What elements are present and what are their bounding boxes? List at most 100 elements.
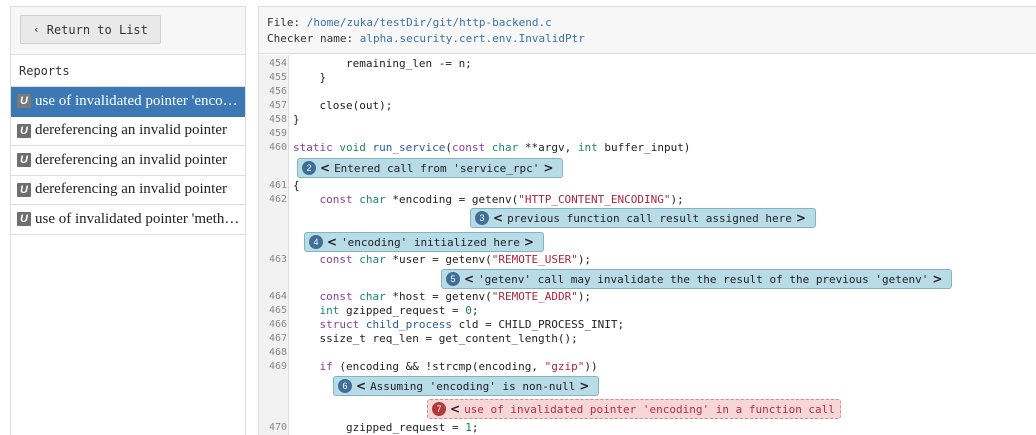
next-step-icon[interactable]: >: [932, 272, 942, 286]
code-token: buffer_input): [597, 141, 691, 154]
code-line: if (encoding && !strcmp(encoding, "gzip"…: [293, 360, 598, 374]
chevron-left-icon: ‹: [33, 23, 40, 36]
code-token: );: [670, 193, 684, 206]
line-number: 456: [268, 86, 287, 97]
code-token: close(out);: [293, 99, 393, 112]
previous-step-icon[interactable]: <: [493, 211, 503, 225]
code-token: remaining_len -= n;: [293, 57, 472, 70]
step-number-badge: 2: [302, 161, 316, 175]
code-token: child_process: [365, 318, 452, 331]
report-item-1[interactable]: U dereferencing an invalid pointer: [11, 117, 245, 146]
report-sidebar: ‹ Return to List Reports U use of invali…: [10, 6, 246, 435]
line-number: 459: [268, 128, 287, 139]
report-item-3[interactable]: U dereferencing an invalid pointer: [11, 176, 245, 205]
line-number: 461: [268, 180, 287, 191]
bug-step-3: 3 < previous function call result assign…: [470, 208, 816, 228]
code-token: 1: [465, 421, 472, 434]
line-number: 469: [268, 361, 287, 372]
code-token: run_service: [372, 141, 446, 154]
code-token: **argv,: [518, 141, 578, 154]
code-token: *host = getenv(: [385, 290, 492, 303]
code-line: const char *user = getenv("REMOTE_USER")…: [293, 253, 592, 267]
line-number: 454: [268, 58, 287, 69]
code-token: "HTTP_CONTENT_ENCODING": [518, 193, 671, 206]
next-step-icon[interactable]: >: [796, 211, 806, 225]
code-token: *user = getenv(: [385, 253, 492, 266]
source-viewer: File: /home/zuka/testDir/git/http-backen…: [258, 6, 1036, 435]
code-token: }: [293, 71, 327, 84]
checker-label: Checker name:: [267, 32, 354, 45]
next-step-icon[interactable]: >: [543, 161, 553, 175]
file-info-header: File: /home/zuka/testDir/git/http-backen…: [259, 7, 1036, 54]
line-number: 465: [268, 305, 287, 316]
code-token: const: [451, 141, 486, 154]
step-message: 'encoding' initialized here: [341, 235, 520, 249]
previous-step-icon[interactable]: <: [450, 402, 460, 416]
code-token: if: [319, 360, 333, 373]
report-label: use of invalidated pointer 'encod…: [35, 92, 245, 109]
file-label: File:: [267, 16, 301, 29]
step-number-badge: 3: [475, 211, 489, 225]
code-line: ssize_t req_len = get_content_length();: [293, 332, 577, 346]
unique-report-icon: U: [17, 153, 31, 168]
line-number: 463: [268, 254, 287, 265]
previous-step-icon[interactable]: <: [327, 235, 337, 249]
code-token: }: [293, 113, 300, 126]
code-token: "REMOTE_ADDR": [491, 290, 578, 303]
report-item-4[interactable]: U use of invalidated pointer 'metho…: [11, 205, 245, 235]
return-to-list-button[interactable]: ‹ Return to List: [20, 15, 161, 44]
report-item-2[interactable]: U dereferencing an invalid pointer: [11, 146, 245, 176]
code-line: }: [293, 71, 326, 85]
checker-row: Checker name: alpha.security.cert.env.In…: [267, 31, 1036, 47]
step-number-badge: 4: [309, 235, 323, 249]
code-token: ;: [471, 304, 479, 317]
code-area: 454 455 456 457 458 459 460 461 462 4 6 3 …: [259, 55, 1036, 435]
code-token: );: [577, 290, 592, 303]
next-step-icon[interactable]: >: [524, 235, 534, 249]
code-token: )): [584, 360, 598, 373]
code-line: const char *encoding = getenv("HTTP_CONT…: [293, 193, 684, 207]
report-item-0[interactable]: U use of invalidated pointer 'encod…: [11, 87, 245, 117]
code-token: (encoding && !strcmp(encoding,: [332, 360, 545, 373]
line-number: 460: [268, 142, 287, 153]
step-number-badge: 5: [446, 272, 460, 286]
code-token: {: [293, 179, 300, 192]
code-line: gzipped_request = 1;: [293, 421, 478, 435]
previous-step-icon[interactable]: <: [464, 272, 474, 286]
next-step-icon[interactable]: >: [579, 379, 589, 393]
step-message: Assuming 'encoding' is non-null: [370, 379, 576, 393]
report-label: dereferencing an invalid pointer: [35, 151, 227, 168]
code-token: cld = CHILD_PROCESS_INIT;: [451, 318, 625, 331]
line-number: 466: [268, 319, 287, 330]
checker-name: alpha.security.cert.env.InvalidPtr: [359, 32, 585, 45]
step-number-badge: 6: [338, 379, 352, 393]
code-token: (: [445, 141, 452, 154]
code-token: char: [359, 253, 386, 266]
sidebar-toolbar: ‹ Return to List: [11, 7, 245, 55]
code-token: char: [359, 193, 386, 206]
line-number: 455: [268, 72, 287, 83]
previous-step-icon[interactable]: <: [356, 379, 366, 393]
code-line: }: [293, 113, 300, 127]
unique-report-icon: U: [17, 182, 31, 197]
line-number: 467: [268, 333, 287, 344]
file-path: /home/zuka/testDir/git/http-backend.c: [306, 16, 552, 29]
bug-step-6: 6 < Assuming 'encoding' is non-null >: [333, 376, 600, 396]
code-token: void: [339, 141, 366, 154]
code-line: struct child_process cld = CHILD_PROCESS…: [293, 318, 625, 332]
code-token: char: [359, 290, 386, 303]
step-message: 'getenv' call may invalidate the the res…: [478, 272, 929, 286]
code-line: static void run_service(const char **arg…: [293, 141, 690, 155]
previous-step-icon[interactable]: <: [320, 161, 330, 175]
reports-heading: Reports: [11, 55, 245, 87]
line-number: 464: [268, 291, 287, 302]
bug-step-4: 4 < 'encoding' initialized here >: [304, 232, 544, 252]
line-number: 457: [268, 100, 287, 111]
code-token: static: [293, 141, 333, 154]
